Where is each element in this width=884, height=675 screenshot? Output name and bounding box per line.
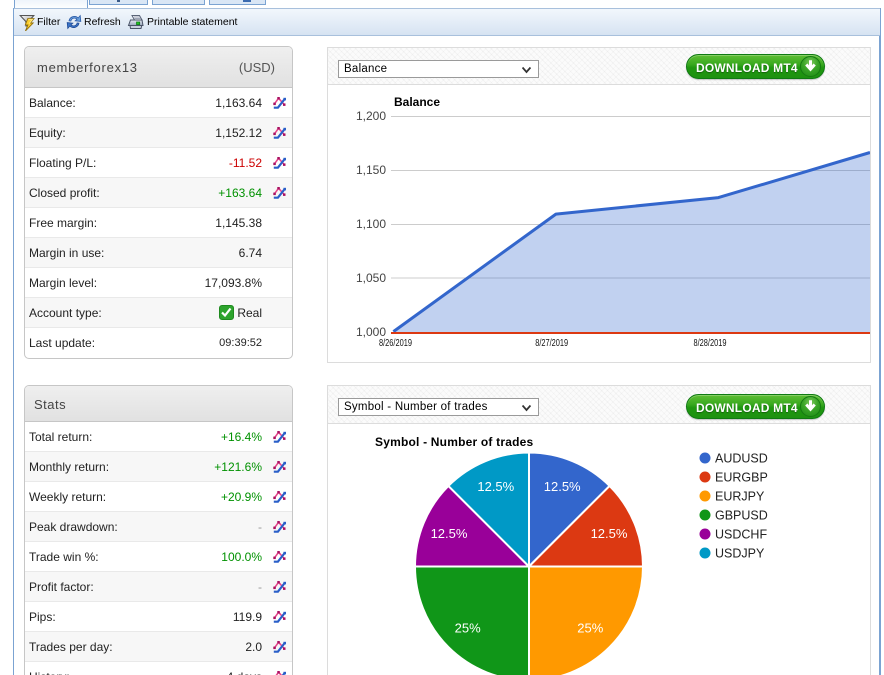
svg-text:1,000: 1,000: [356, 325, 386, 339]
svg-text:EURGBP: EURGBP: [715, 471, 768, 485]
svg-text:1,200: 1,200: [356, 109, 386, 123]
svg-text:12.5%: 12.5%: [591, 526, 628, 541]
svg-text:1,100: 1,100: [356, 217, 386, 231]
svg-text:12.5%: 12.5%: [431, 526, 468, 541]
svg-text:Symbol - Number of trades: Symbol - Number of trades: [375, 435, 533, 449]
svg-text:1,050: 1,050: [356, 271, 386, 285]
svg-text:8/27/2019: 8/27/2019: [535, 338, 568, 349]
svg-text:GBPUSD: GBPUSD: [715, 509, 768, 523]
svg-text:1,150: 1,150: [356, 163, 386, 177]
svg-text:EURJPY: EURJPY: [715, 490, 765, 504]
svg-text:AUDUSD: AUDUSD: [715, 452, 768, 466]
svg-text:12.5%: 12.5%: [477, 479, 514, 494]
svg-text:8/26/2019: 8/26/2019: [379, 338, 412, 349]
svg-text:USDCHF: USDCHF: [715, 528, 767, 542]
svg-text:25%: 25%: [577, 620, 603, 635]
svg-text:USDJPY: USDJPY: [715, 547, 765, 561]
svg-text:8/28/2019: 8/28/2019: [694, 338, 727, 349]
svg-text:12.5%: 12.5%: [544, 479, 581, 494]
svg-text:25%: 25%: [455, 620, 481, 635]
svg-text:Balance: Balance: [394, 95, 440, 109]
